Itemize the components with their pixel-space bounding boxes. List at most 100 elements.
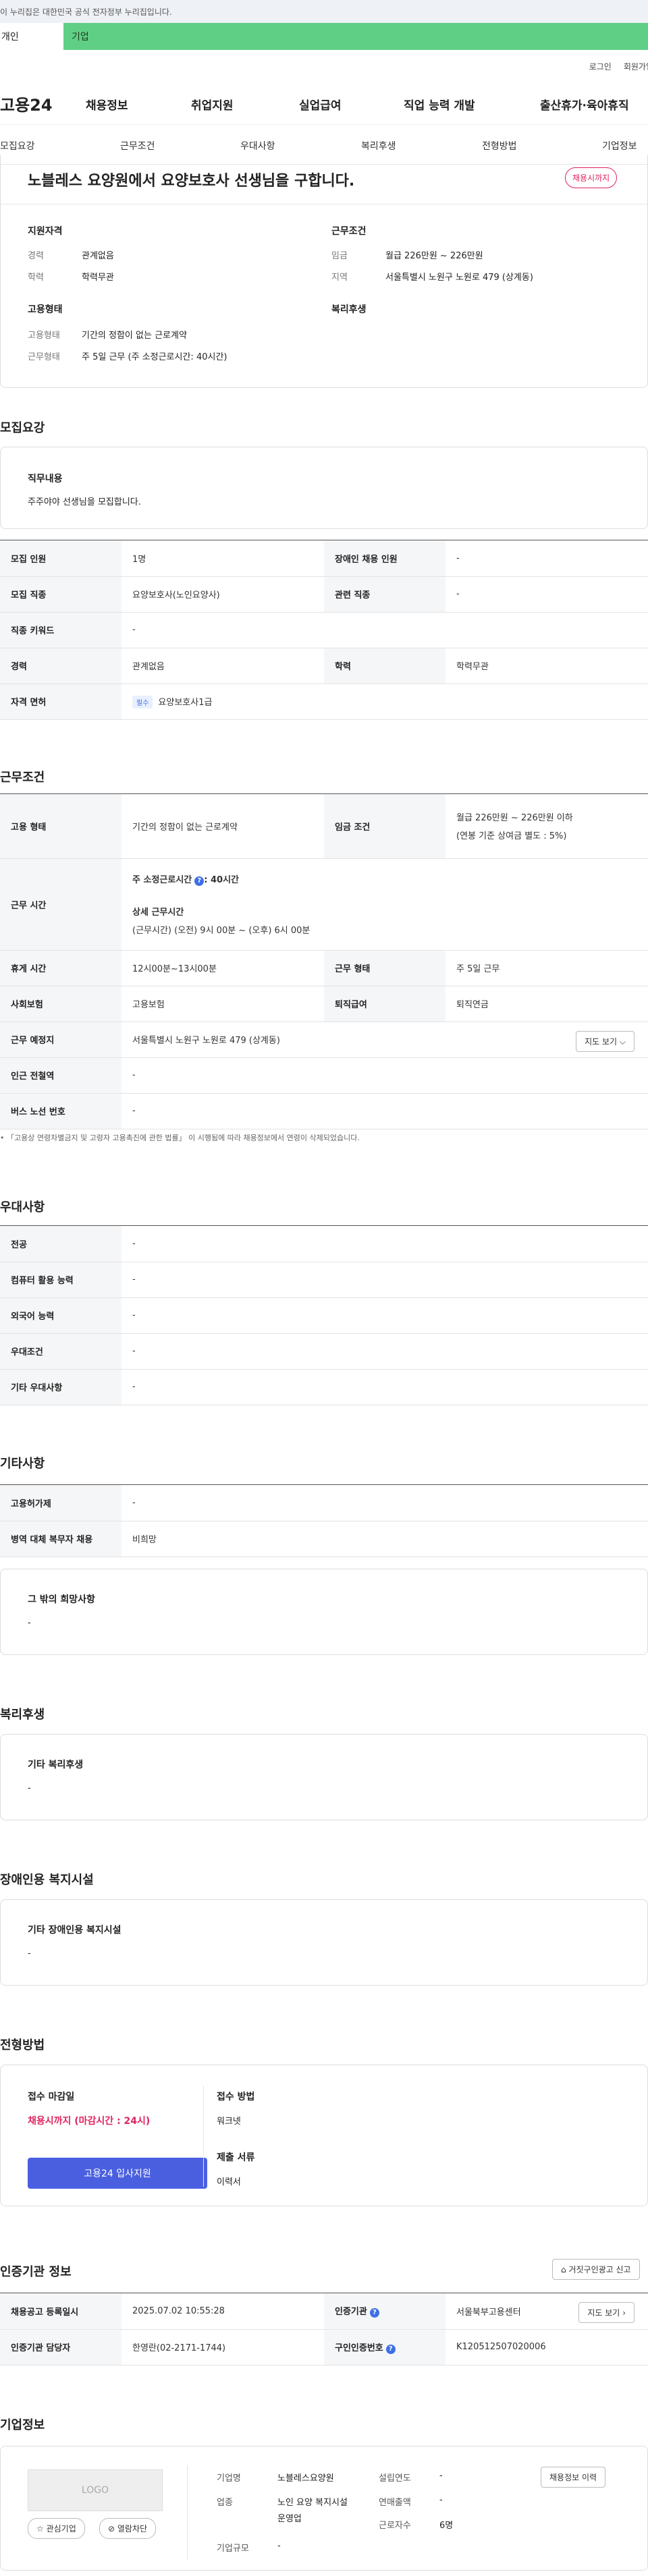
info-icon[interactable]: ? (369, 2308, 379, 2318)
worktype-value: 주 5일 근무 (주 소정근로시간: 40시간) (82, 352, 227, 362)
company-logo: LOGO (28, 2469, 163, 2511)
subnav-recruit[interactable]: 모집요강 (0, 139, 35, 152)
fav-button[interactable]: ☆ 관심기업 (28, 2518, 85, 2539)
gnb-leave[interactable]: 출산휴가·육아휴직 (540, 96, 629, 113)
cell-value: 주 5일 근무 (446, 950, 648, 986)
disabled-card: 기타 장애인용 복지시설 - (0, 1899, 648, 1986)
divider (203, 2085, 204, 2187)
org-value: 서울북부고용센터 (456, 2307, 521, 2318)
year-key: 설립연도 (379, 2473, 411, 2484)
job-title: 노블레스 요양원에서 요양보호사 선생님을 구합니다. (28, 173, 355, 190)
sales-key: 연매출액 (379, 2498, 411, 2508)
cell-key: 인증기관 담당자 (0, 2329, 122, 2365)
ind-key: 업종 (217, 2498, 233, 2508)
cell-value: 필수 요양보호사1급 (122, 683, 648, 720)
etc-table: 고용허가제 - 병역 대체 복무자 채용 비희망 (0, 1484, 648, 1557)
duty-value: 주주야야 선생님을 모집합니다. (28, 497, 141, 507)
emp-title: 고용형태 (28, 304, 63, 315)
gnb-skills[interactable]: 직업 능력 개발 (404, 96, 475, 113)
main-nav: 고용24 채용정보 취업지원 실업급여 직업 능력 개발 출산휴가·육아휴직 (0, 82, 648, 124)
info-icon[interactable]: ? (385, 2344, 396, 2354)
cell-value: 한영란(02-2171-1744) (122, 2329, 324, 2365)
apply-button[interactable]: 고용24 입사지원 (28, 2158, 207, 2189)
worktype-label: 근무형태 (28, 352, 60, 362)
cell-key: 모집 직종 (0, 576, 122, 613)
company-title: 기업정보 (0, 2418, 45, 2432)
welfare-value: - (28, 1783, 31, 1793)
docs-label: 제출 서류 (217, 2152, 255, 2163)
history-button[interactable]: 채용정보 이력 (541, 2467, 606, 2488)
gnb-employment-support[interactable]: 취업지원 (191, 96, 234, 113)
cell-value: K120512507020006 (446, 2329, 648, 2365)
agency-map-button[interactable]: 지도 보기 › (578, 2302, 634, 2323)
fav-button-label: 관심기업 (46, 2524, 76, 2533)
divider (187, 2465, 188, 2560)
cell-key: 컴퓨터 활용 능력 (0, 1262, 122, 1298)
method-value: 워크넷 (217, 2117, 241, 2127)
info-icon[interactable]: ? (194, 876, 205, 886)
hours-label: 주 소정근로시간 (132, 875, 192, 885)
emp-value: 6명 (439, 2521, 454, 2531)
tab-company[interactable]: 기업 (63, 23, 648, 50)
other-value: - (28, 1618, 31, 1628)
pref-table: 전공 - 컴퓨터 활용 능력 - 외국어 능력 - 우대조건 - 기타 우대사항 - (0, 1225, 648, 1405)
license-value: 요양보호사1급 (158, 697, 213, 708)
gov-banner-text: 이 누리집은 대한민국 공식 전자정부 누리집입니다. (0, 7, 172, 17)
subnav-process[interactable]: 전형방법 (482, 139, 517, 152)
disabled-title: 장애인용 복지시설 (0, 1873, 94, 1887)
block-button[interactable]: ⊘ 열람차단 (99, 2518, 157, 2539)
cell-key: 인근 전철역 (0, 1057, 122, 1094)
cell-value: 비희망 (122, 1521, 648, 1557)
conditions-table: 고용 형태 기간의 정함이 없는 근로계약 임금 조건 월급 226만원 ~ 226만… (0, 793, 648, 1129)
process-title: 전형방법 (0, 2038, 45, 2052)
sales-value: - (439, 2495, 443, 2505)
edu-value: 학력무관 (82, 273, 114, 283)
cell-value: - (122, 1057, 648, 1094)
gnb-jobs[interactable]: 채용정보 (86, 96, 128, 113)
emptype-value: 기간의 정함이 없는 근로계약 (82, 331, 187, 341)
subnav-welfare[interactable]: 복리후생 (361, 139, 396, 152)
cell-value: - (122, 1226, 648, 1262)
gnb-unemployment-benefit[interactable]: 실업급여 (299, 96, 342, 113)
etc-other-card: 그 밖의 희망사항 - (0, 1569, 648, 1655)
join-link[interactable]: 회원가입 (624, 61, 648, 72)
cell-key: 휴게 시간 (0, 950, 122, 986)
cell-value: - (122, 1369, 648, 1405)
cell-key: 버스 노선 번호 (0, 1093, 122, 1129)
hours-value: : 40시간 (204, 875, 239, 885)
cell-key: 모집 인원 (0, 540, 122, 577)
login-link[interactable]: 로그인 (589, 61, 612, 72)
cell-value: 퇴직연금 (446, 986, 648, 1022)
cell-key: 학력 (324, 648, 446, 684)
tab-personal[interactable]: 개인 (0, 23, 63, 50)
wage-value: 월급 226만원 ~ 226만원 (385, 251, 483, 261)
summary-card: 노블레스 요양원에서 요양보호사 선생님을 구합니다. 채용시까지 지원자격 경… (0, 155, 648, 388)
deadline-value: 채용시까지 (마감시간 : 24시) (28, 2116, 151, 2127)
region-label: 지역 (331, 273, 348, 283)
cell-key: 자격 면허 (0, 683, 122, 720)
hours-line2: 상세 근무시간 (132, 907, 184, 918)
block-button-label: 열람차단 (117, 2524, 148, 2533)
cell-key: 병역 대체 복무자 채용 (0, 1521, 122, 1557)
cell-key: 인증기관? (324, 2293, 446, 2330)
subnav-company[interactable]: 기업정보 (602, 139, 637, 152)
cell-key: 고용 형태 (0, 794, 122, 859)
age-note: • 「고용상 연령차별금지 및 고령자 고용촉진에 관한 법률」 이 시행됨에 … (0, 1132, 360, 1143)
cell-value: 1명 (122, 540, 324, 577)
cell-key: 구인인증번호? (324, 2329, 446, 2365)
welfare-title: 복리후생 (331, 304, 367, 315)
site-logo[interactable]: 고용24 (0, 92, 94, 115)
chevron-right-icon: › (622, 2308, 626, 2318)
map-button[interactable]: 지도 보기 ⌵ (576, 1030, 634, 1052)
subnav-conditions[interactable]: 근무조건 (120, 139, 155, 152)
subnav-pref[interactable]: 우대사항 (240, 139, 275, 152)
career-label: 경력 (28, 251, 44, 261)
disabled-value: - (28, 1949, 31, 1959)
org-key-label: 인증기관 (335, 2307, 367, 2318)
cell-key: 우대조건 (0, 1333, 122, 1370)
recruit-table: 모집 인원 1명 장애인 채용 인원 - 모집 직종 요양보호사(노인요양사) 관련 직종… (0, 540, 648, 720)
size-key: 기업규모 (217, 2544, 249, 2554)
cell-key: 퇴직급여 (324, 986, 446, 1022)
report-button[interactable]: ⌂ 거짓구인광고 신고 (552, 2259, 640, 2280)
cell-value: 월급 226만원 ~ 226만원 이하 (연봉 기준 상여금 별도 : 5%) (446, 794, 648, 859)
